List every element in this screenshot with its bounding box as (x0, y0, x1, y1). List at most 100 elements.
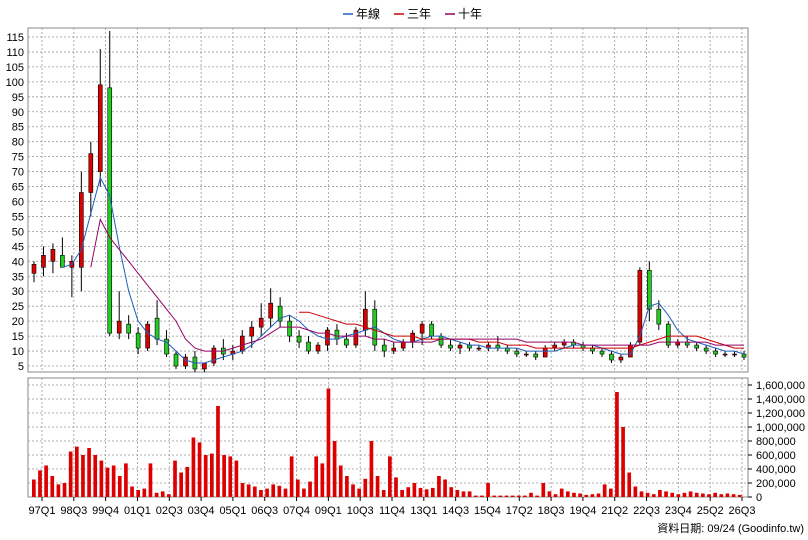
volume-bar (295, 479, 300, 497)
volume-bar (566, 491, 570, 497)
candle-body (713, 350, 718, 355)
volume-bar (688, 491, 693, 497)
volume-bar (584, 494, 589, 497)
volume-bar (87, 448, 91, 497)
x-tick-label: 25Q2 (697, 505, 724, 517)
volume-bar (658, 490, 662, 497)
volume-bar (197, 442, 202, 497)
volume-bar (553, 494, 558, 497)
candle-body (410, 332, 415, 343)
x-tick-label: 11Q4 (379, 505, 405, 517)
price-panel: 5 10 15 20 25 30 35 40 45 50 55 60 65 70 75 80 85 90 95 100… (6, 27, 749, 373)
volume-tick-label: 200,000 (756, 478, 796, 490)
volume-bar (68, 451, 73, 497)
volume-bar (590, 494, 595, 497)
volume-bar (228, 456, 233, 497)
candle-body (88, 153, 94, 193)
volume-bar (504, 495, 509, 497)
volume-bar (627, 472, 632, 497)
volume-bar (332, 441, 337, 497)
volume-bar (302, 488, 306, 497)
candle-body (344, 338, 349, 346)
x-tick-label: 06Q3 (251, 505, 278, 517)
candle-body (438, 335, 444, 346)
candle-body (135, 332, 141, 349)
volume-bar (167, 494, 171, 497)
volume-bar (99, 460, 104, 497)
volume-bar (259, 490, 263, 497)
volume-bar (498, 495, 503, 497)
volume-tick-label: 800,000 (756, 436, 796, 448)
x-tick-label: 10Q3 (347, 505, 374, 517)
x-tick-label: 02Q3 (156, 505, 183, 517)
candle-body (732, 353, 737, 356)
volume-bar (737, 494, 742, 497)
volume-tick-label: 1,400,000 (756, 394, 805, 406)
volume-bar (369, 441, 374, 497)
volume-bar (136, 490, 141, 497)
candle-body (258, 317, 264, 328)
x-tick-label: 15Q4 (474, 505, 501, 517)
price-tick-label: 60 (12, 196, 24, 208)
volume-bar (50, 476, 55, 497)
x-tick-label: 09Q1 (315, 505, 342, 517)
volume-bar (473, 495, 478, 497)
volume-bar (148, 463, 153, 497)
x-tick-label: 14Q3 (442, 505, 469, 517)
x-tick-label: 21Q2 (601, 505, 628, 517)
volume-bar (394, 477, 398, 497)
x-tick-label: 23Q4 (665, 505, 692, 517)
candle-body (694, 344, 699, 349)
volume-bar (308, 481, 312, 497)
volume-bar (578, 493, 582, 497)
volume-bar (160, 491, 165, 497)
volume-bar (486, 483, 490, 497)
volume-tick-label: 1,600,000 (756, 380, 805, 392)
volume-bar (117, 476, 122, 497)
x-tick-label: 97Q1 (29, 505, 56, 517)
price-tick-label: 40 (12, 256, 24, 268)
volume-bar (32, 479, 36, 497)
volume-bar (81, 455, 85, 497)
volume-tick-label: 0 (756, 492, 762, 504)
volume-bar (559, 488, 564, 497)
candle-body (268, 302, 273, 319)
price-tick-label: 90 (12, 107, 24, 119)
candle-body (618, 356, 624, 361)
candle-body (41, 255, 46, 268)
volume-bar (449, 487, 454, 497)
candle-body (202, 362, 207, 370)
volume-bar (694, 492, 699, 497)
volume-bar (725, 493, 730, 497)
x-tick-label: 03Q4 (188, 505, 215, 517)
volume-bar (443, 479, 447, 497)
candle-body (457, 344, 463, 349)
volume-bar (412, 483, 417, 497)
candle-body (296, 335, 302, 343)
volume-bar (670, 492, 675, 497)
candle-body (107, 87, 113, 334)
stock-chart: 年線 三年 十年 5 10 15 20 25 30 35 40 45 50 55 60 65 70 75 80 85… (6, 6, 805, 535)
volume-bar (345, 476, 349, 497)
candle-body (533, 353, 539, 358)
volume-bar (719, 494, 724, 497)
volume-bar (277, 485, 282, 497)
price-tick-label: 30 (12, 286, 24, 298)
volume-bar (320, 463, 325, 497)
x-tick-label: 26Q3 (729, 505, 756, 517)
volume-bar (246, 484, 251, 497)
candle-body (31, 264, 37, 274)
volume-bar (142, 488, 147, 497)
candle-body (741, 353, 747, 358)
volume-bar (271, 484, 276, 497)
candle-body (97, 84, 103, 172)
candle-body (239, 335, 245, 352)
candle-body (514, 350, 520, 355)
volume-bar (265, 488, 269, 497)
candle-body (249, 326, 255, 337)
price-tick-label: 50 (12, 226, 24, 238)
candle-body (154, 317, 160, 340)
candle-body (476, 347, 482, 350)
volume-bar (430, 487, 435, 497)
price-tick-label: 5 (18, 361, 24, 373)
